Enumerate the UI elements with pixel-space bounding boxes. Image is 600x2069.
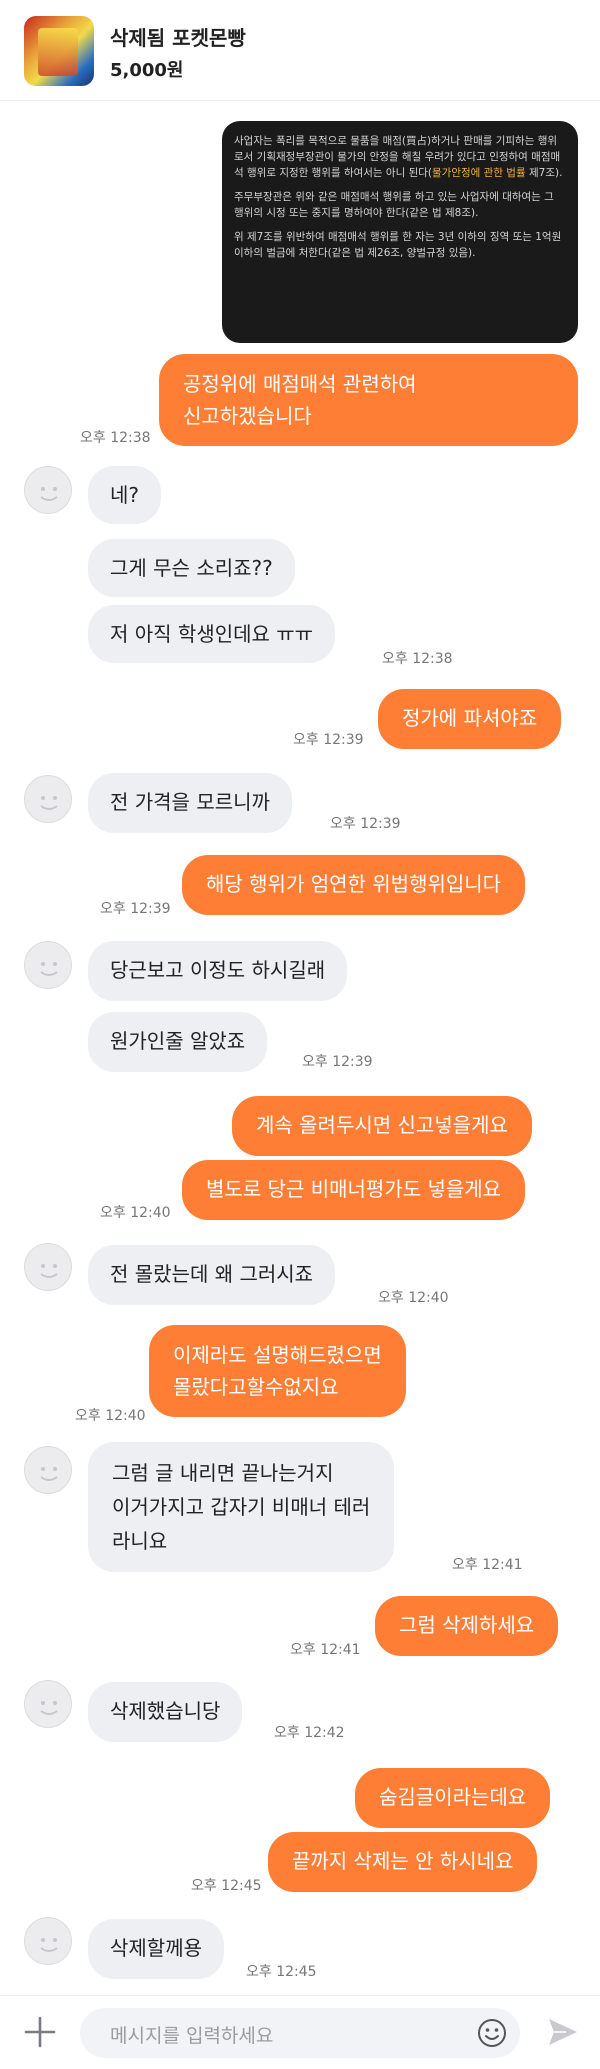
- message-time: 오후 12:40: [100, 1205, 171, 1221]
- message-time: 오후 12:45: [246, 1964, 317, 1980]
- notice-paragraph-1: 사업자는 폭리를 목적으로 물품을 매점(買占)하거나 판매를 기피하는 행위로…: [234, 135, 563, 179]
- message-in[interactable]: 그게 무슨 소리죠??: [88, 539, 295, 597]
- message-time: 오후 12:38: [80, 430, 151, 446]
- message-input[interactable]: 메시지를 입력하세요: [80, 2008, 520, 2058]
- chat-header: 삭제됨 포켓몬빵 5,000원: [0, 0, 600, 101]
- message-time: 오후 12:39: [330, 816, 401, 832]
- send-icon[interactable]: [546, 2016, 580, 2048]
- message-in[interactable]: 원가인줄 알았죠: [88, 1012, 268, 1072]
- product-thumbnail[interactable]: [24, 16, 94, 86]
- law-name-highlight: 물가안정에 관한 법률: [432, 167, 526, 179]
- message-in[interactable]: 저 아직 학생인데요 ㅠㅠ: [88, 605, 336, 663]
- message-out[interactable]: 공정위에 매점매석 관련하여 신고하겠습니다: [159, 354, 578, 446]
- message-in[interactable]: 전 몰랐는데 왜 그러시죠: [88, 1245, 336, 1305]
- message-in[interactable]: 삭제할께용: [88, 1919, 224, 1979]
- avatar-icon[interactable]: [24, 1446, 72, 1494]
- message-time: 오후 12:39: [302, 1054, 373, 1070]
- message-time: 오후 12:40: [75, 1408, 146, 1424]
- message-out[interactable]: 끝까지 삭제는 안 하시네요: [268, 1832, 538, 1892]
- notice-paragraph-2: 주무부장관은 위와 같은 매점매석 행위를 하고 있는 사업자에 대하여는 그 …: [234, 191, 554, 219]
- avatar-icon[interactable]: [24, 1680, 72, 1728]
- product-price: 5,000원: [110, 60, 184, 81]
- product-title[interactable]: 삭제됨 포켓몬빵: [110, 22, 246, 51]
- avatar-icon[interactable]: [24, 466, 72, 514]
- message-out[interactable]: 별도로 당근 비매너평가도 넣을게요: [182, 1160, 526, 1220]
- avatar-icon[interactable]: [24, 1243, 72, 1291]
- message-out[interactable]: 그럼 삭제하세요: [375, 1596, 559, 1656]
- law-notice-image[interactable]: 사업자는 폭리를 목적으로 물품을 매점(買占)하거나 판매를 기피하는 행위로…: [222, 121, 578, 343]
- message-in[interactable]: 삭제했습니당: [88, 1682, 243, 1742]
- message-time: 오후 12:41: [290, 1642, 361, 1658]
- message-time: 오후 12:42: [274, 1725, 345, 1741]
- plus-icon[interactable]: [20, 2012, 60, 2052]
- message-time: 오후 12:45: [191, 1878, 262, 1894]
- avatar-icon[interactable]: [24, 941, 72, 989]
- message-out[interactable]: 이제라도 설명해드렸으면 몰랐다고할수없지요: [149, 1325, 406, 1417]
- message-in[interactable]: 네?: [88, 466, 162, 524]
- message-time: 오후 12:40: [378, 1290, 449, 1306]
- message-time: 오후 12:39: [100, 901, 171, 917]
- message-input-bar: 메시지를 입력하세요: [0, 1995, 600, 2069]
- message-time: 오후 12:38: [382, 651, 453, 667]
- avatar-icon[interactable]: [24, 1917, 72, 1965]
- emoji-icon[interactable]: [476, 2017, 508, 2049]
- message-time: 오후 12:41: [452, 1557, 523, 1573]
- message-out[interactable]: 정가에 파셔야죠: [378, 689, 562, 749]
- message-out[interactable]: 계속 올려두시면 신고넣을게요: [232, 1096, 532, 1156]
- message-time: 오후 12:39: [293, 732, 364, 748]
- message-input-placeholder: 메시지를 입력하세요: [110, 2025, 274, 2047]
- avatar-icon[interactable]: [24, 775, 72, 823]
- message-out[interactable]: 해당 행위가 엄연한 위법행위입니다: [182, 855, 526, 915]
- message-in[interactable]: 그럼 글 내리면 끝나는거지 이거가지고 갑자기 비매너 테러 라니요: [88, 1442, 395, 1572]
- message-in[interactable]: 전 가격을 모르니까: [88, 773, 292, 833]
- notice-paragraph-3: 위 제7조를 위반하여 매점매석 행위를 한 자는 3년 이하의 징역 또는 1…: [234, 231, 562, 259]
- message-out[interactable]: 숨김글이라는데요: [355, 1768, 551, 1828]
- message-in[interactable]: 당근보고 이정도 하시길래: [88, 941, 348, 1001]
